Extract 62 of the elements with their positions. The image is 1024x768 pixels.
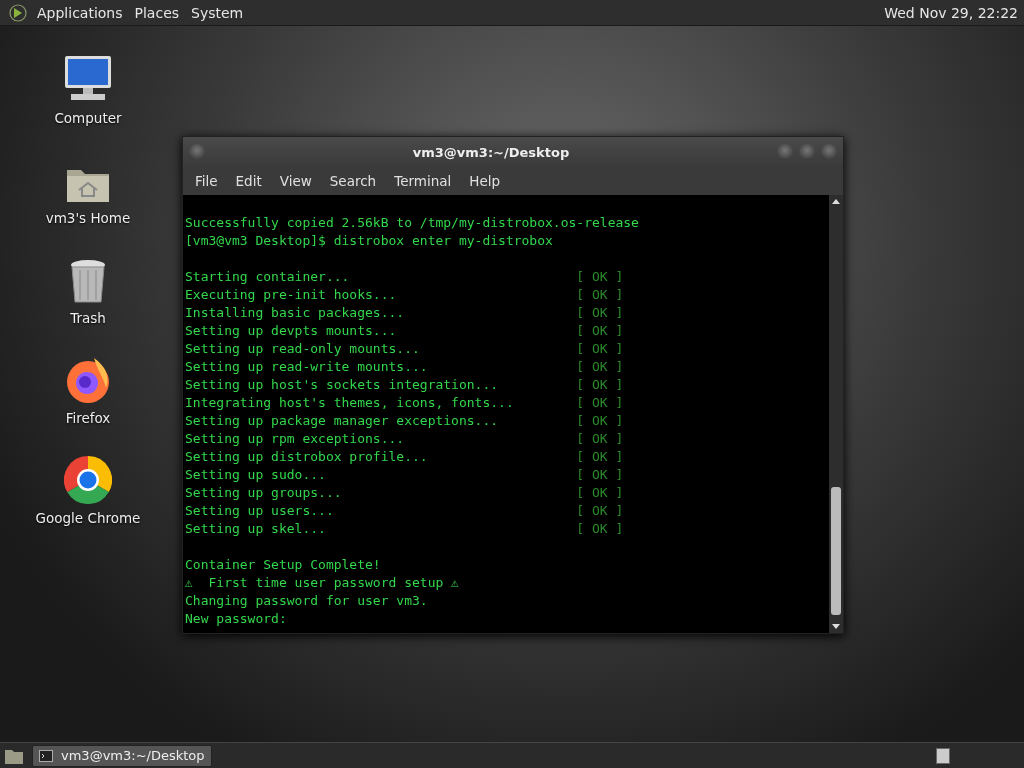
desktop-icon-label[interactable]: Google Chrome bbox=[35, 510, 141, 526]
panel-menu[interactable]: System bbox=[187, 4, 252, 21]
status-text: [ OK ] bbox=[576, 412, 624, 430]
status-text: [ OK ] bbox=[576, 394, 624, 412]
desktop-icon-label[interactable]: Trash bbox=[70, 310, 106, 326]
desktop-icon-label[interactable]: Firefox bbox=[65, 410, 111, 426]
terminal-line: Setting up sudo... bbox=[185, 466, 327, 484]
taskbar-task[interactable]: vm3@vm3:~/Desktop bbox=[32, 744, 212, 767]
terminal-line: Setting up rpm exceptions... bbox=[185, 430, 406, 448]
status-text: [ OK ] bbox=[576, 484, 624, 502]
panel-menu[interactable]: Applications bbox=[33, 4, 131, 21]
status-text: [ OK ] bbox=[576, 322, 624, 340]
terminal-line: Setting up skel... bbox=[185, 520, 327, 538]
menu-item[interactable]: Terminal bbox=[385, 173, 461, 189]
trash-icon[interactable] bbox=[68, 258, 108, 304]
terminal-line: Executing pre-init hooks... bbox=[185, 286, 398, 304]
status-text: [ OK ] bbox=[576, 520, 624, 538]
logo-icon[interactable] bbox=[8, 2, 28, 23]
terminal-line: Setting up groups... bbox=[185, 484, 343, 502]
terminal-line: Changing password for user vm3. bbox=[185, 592, 428, 610]
terminal-line: ⚠ First time user password setup ⚠ bbox=[185, 574, 459, 592]
menu-item[interactable]: Help bbox=[460, 173, 510, 189]
window-title: vm3@vm3:~/Desktop bbox=[411, 144, 571, 160]
status-text: [ OK ] bbox=[576, 376, 624, 394]
firefox-icon[interactable] bbox=[64, 356, 112, 404]
terminal-line: Setting up distrobox profile... bbox=[185, 448, 429, 466]
terminal-line: Setting up host's sockets integration... bbox=[185, 376, 500, 394]
terminal-line: Successfully copied 2.56kB to /tmp/my-distrobox.os-release bbox=[185, 214, 639, 232]
menu-item[interactable]: View bbox=[270, 173, 321, 189]
scrollbar-thumb[interactable] bbox=[831, 487, 841, 615]
terminal-icon bbox=[39, 749, 53, 762]
scroll-down-arrow-icon[interactable] bbox=[831, 623, 841, 631]
desktop-icon-label[interactable]: vm3's Home bbox=[45, 210, 131, 226]
terminal-line: Setting up devpts mounts... bbox=[185, 322, 398, 340]
status-text: [ OK ] bbox=[576, 502, 624, 520]
status-text: [ OK ] bbox=[576, 430, 624, 448]
terminal-line: Starting container... bbox=[185, 268, 351, 286]
menu-item[interactable]: Search bbox=[320, 173, 386, 189]
status-text: [ OK ] bbox=[576, 466, 624, 484]
panel-menu[interactable]: Places bbox=[130, 4, 188, 21]
terminal-line: Installing basic packages... bbox=[185, 304, 406, 322]
terminal-line: Setting up package manager exceptions... bbox=[185, 412, 500, 430]
terminal-line: Container Setup Complete! bbox=[185, 556, 381, 574]
terminal-line: Setting up users... bbox=[185, 502, 335, 520]
status-text: [ OK ] bbox=[576, 340, 624, 358]
clock[interactable]: Wed Nov 29, 22:22 bbox=[880, 4, 1022, 21]
terminal-line: New password: bbox=[185, 610, 287, 628]
menu-item[interactable]: Edit bbox=[226, 173, 271, 189]
status-text: [ OK ] bbox=[576, 448, 624, 466]
terminal-line: [vm3@vm3 Desktop]$ distrobox enter my-distrobox bbox=[185, 232, 553, 250]
terminal-line: Setting up read-write mounts... bbox=[185, 358, 429, 376]
terminal-line: Integrating host's themes, icons, fonts... bbox=[185, 394, 515, 412]
workspace-switcher[interactable] bbox=[936, 747, 950, 764]
status-text: [ OK ] bbox=[576, 268, 624, 286]
chrome-icon[interactable] bbox=[64, 456, 112, 504]
scroll-up-arrow-icon[interactable] bbox=[831, 197, 841, 205]
status-text: [ OK ] bbox=[576, 358, 624, 376]
desktop-icon-label[interactable]: Computer bbox=[54, 110, 122, 126]
menu-item[interactable]: File bbox=[186, 173, 227, 189]
terminal-line: Setting up read-only mounts... bbox=[185, 340, 421, 358]
status-text: [ OK ] bbox=[576, 304, 624, 322]
status-text: [ OK ] bbox=[576, 286, 624, 304]
